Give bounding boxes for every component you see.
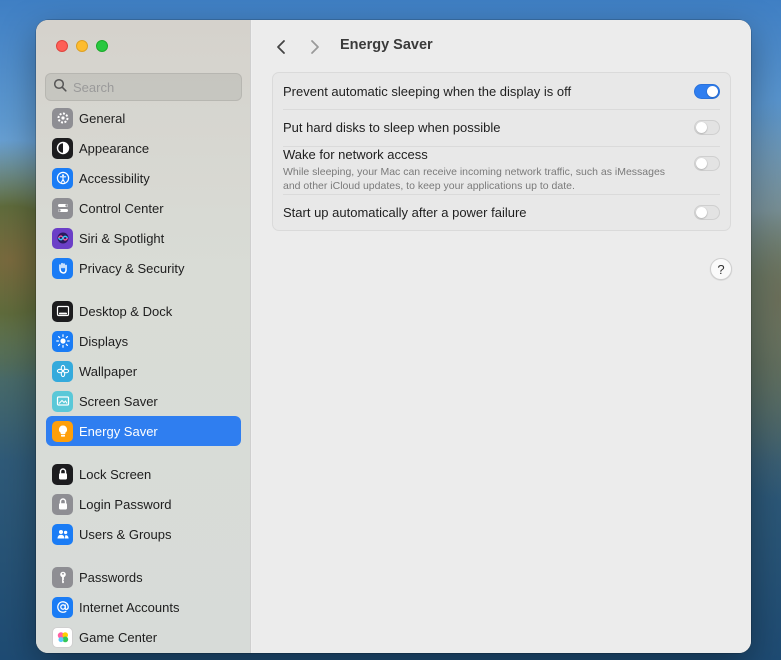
forward-button[interactable]	[304, 36, 326, 58]
sidebar-item-label: Screen Saver	[79, 393, 158, 409]
sidebar-item-internet-accounts[interactable]: Internet Accounts	[46, 592, 241, 622]
screen-saver-icon	[52, 390, 73, 412]
setting-toggle[interactable]	[694, 156, 720, 171]
sidebar-item-label: Internet Accounts	[79, 599, 180, 615]
setting-toggle[interactable]	[694, 205, 720, 220]
sidebar-item-lock-screen[interactable]: Lock Screen	[46, 459, 241, 489]
sidebar-item-label: Game Center	[79, 629, 158, 645]
sidebar-item-label: Siri & Spotlight	[79, 230, 165, 246]
search-icon	[53, 78, 67, 97]
settings-window: General Appearance Accessibility Control Ce…	[36, 20, 751, 653]
sidebar-item-control-center[interactable]: Control Center	[46, 193, 241, 223]
key-icon	[52, 566, 73, 588]
at-icon	[52, 596, 73, 618]
setting-label: Start up automatically after a power fai…	[283, 204, 527, 220]
sidebar-item-wallpaper[interactable]: Wallpaper	[46, 356, 241, 386]
setting-text: Put hard disks to sleep when possible	[283, 120, 720, 135]
sidebar-item-label: General	[79, 110, 126, 126]
sidebar-item-label: Control Center	[79, 200, 164, 216]
setting-row: Prevent automatic sleeping when the disp…	[273, 73, 730, 109]
sidebar-item-label: Energy Saver	[79, 423, 158, 439]
sidebar-item-game-center[interactable]: Game Center	[46, 622, 241, 652]
chevron-left-icon	[277, 40, 285, 54]
lightbulb-icon	[52, 420, 73, 442]
minimize-button[interactable]	[76, 40, 88, 52]
gear-icon	[52, 107, 73, 129]
sidebar-item-label: Wallpaper	[79, 363, 138, 379]
sun-icon	[52, 330, 73, 352]
toggle-knob	[707, 86, 718, 97]
sidebar-item-label: Passwords	[79, 569, 143, 585]
setting-text: Wake for network access While sleeping, y…	[283, 147, 720, 193]
setting-row: Put hard disks to sleep when possible	[273, 109, 730, 146]
siri-icon	[52, 227, 73, 249]
setting-text: Start up automatically after a power fai…	[283, 205, 720, 220]
setting-toggle[interactable]	[694, 120, 720, 135]
toolbar: Energy Saver	[252, 20, 751, 72]
sidebar-item-accessibility[interactable]: Accessibility	[46, 163, 241, 193]
sidebar-item-label: Login Password	[79, 496, 172, 512]
setting-text: Prevent automatic sleeping when the disp…	[283, 84, 720, 99]
sidebar-item-label: Desktop & Dock	[79, 303, 173, 319]
setting-row: Wake for network access While sleeping, y…	[273, 146, 730, 194]
setting-toggle[interactable]	[694, 84, 720, 99]
sidebar-item-privacy-security[interactable]: Privacy & Security	[46, 253, 241, 283]
sidebar-item-label: Users & Groups	[79, 526, 172, 542]
setting-label: Put hard disks to sleep when possible	[283, 120, 501, 135]
sidebar-item-label: Lock Screen	[79, 466, 152, 482]
search-input[interactable]	[73, 79, 233, 95]
appearance-icon	[52, 137, 73, 159]
sidebar-item-desktop-dock[interactable]: Desktop & Dock	[46, 296, 241, 326]
sidebar-item-general[interactable]: General	[46, 103, 241, 133]
sidebar-item-login-password[interactable]: Login Password	[46, 489, 241, 519]
sidebar-item-appearance[interactable]: Appearance	[46, 133, 241, 163]
chevron-right-icon	[311, 40, 319, 54]
toggle-knob	[696, 122, 707, 133]
setting-label: Prevent automatic sleeping when the disp…	[283, 83, 572, 99]
main-pane: Energy Saver Prevent automatic sleeping …	[252, 20, 751, 653]
toggle-knob	[696, 158, 707, 169]
lock-icon	[52, 463, 73, 485]
energy-settings-group: Prevent automatic sleeping when the disp…	[272, 72, 731, 231]
sidebar-item-screen-saver[interactable]: Screen Saver	[46, 386, 241, 416]
page-title: Energy Saver	[340, 37, 433, 53]
accessibility-icon	[52, 167, 73, 189]
flower-icon	[52, 360, 73, 382]
sidebar-item-label: Accessibility	[79, 170, 150, 186]
hand-icon	[52, 257, 73, 279]
help-button[interactable]: ?	[710, 258, 732, 280]
setting-label: Wake for network access	[283, 147, 428, 162]
sidebar-item-siri-spotlight[interactable]: Siri & Spotlight	[46, 223, 241, 253]
window-controls	[56, 40, 108, 52]
sidebar-item-label: Displays	[79, 333, 129, 349]
sidebar-item-passwords[interactable]: Passwords	[46, 562, 241, 592]
sidebar-item-label: Privacy & Security	[79, 260, 185, 276]
toggle-knob	[696, 207, 707, 218]
setting-row: Start up automatically after a power fai…	[273, 194, 730, 230]
sidebar-item-energy-saver[interactable]: Energy Saver	[46, 416, 241, 446]
game-center-icon	[52, 626, 73, 648]
sidebar-item-displays[interactable]: Displays	[46, 326, 241, 356]
zoom-button[interactable]	[96, 40, 108, 52]
setting-description: While sleeping, your Mac can receive inc…	[283, 166, 666, 192]
users-icon	[52, 523, 73, 545]
control-center-icon	[52, 197, 73, 219]
dock-icon	[52, 300, 73, 322]
sidebar-item-users-groups[interactable]: Users & Groups	[46, 519, 241, 549]
sidebar-item-label: Appearance	[79, 140, 150, 156]
back-button[interactable]	[270, 36, 292, 58]
lock-icon	[52, 493, 73, 515]
sidebar: General Appearance Accessibility Control Ce…	[36, 20, 251, 653]
search-field[interactable]	[45, 73, 242, 101]
close-button[interactable]	[56, 40, 68, 52]
